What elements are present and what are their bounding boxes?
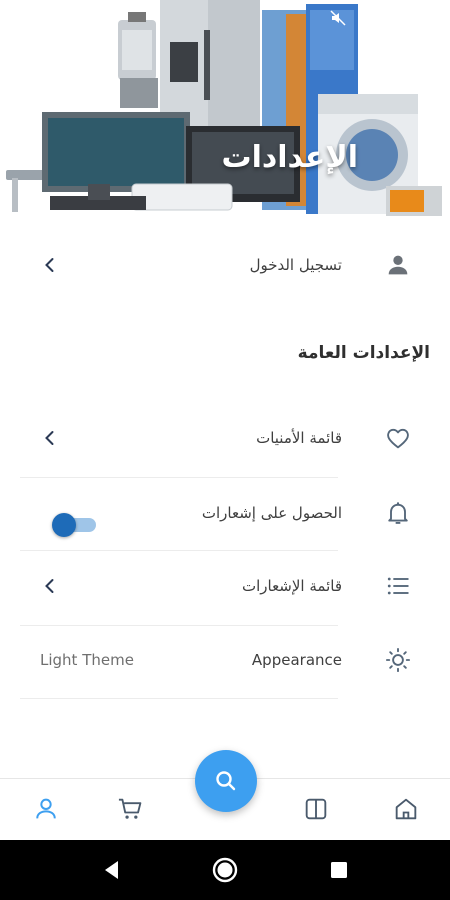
appliances-illustration — [0, 0, 450, 222]
person-icon — [384, 251, 412, 279]
search-icon — [216, 771, 236, 791]
notifications-toggle-row: الحصول على إشعارات — [0, 477, 450, 549]
login-label: تسجيل الدخول — [249, 256, 342, 274]
recents-button[interactable] — [325, 856, 353, 884]
home-button[interactable] — [211, 856, 239, 884]
login-row[interactable]: تسجيل الدخول — [0, 229, 450, 301]
chevron-left-icon — [40, 576, 60, 596]
heart-icon — [384, 424, 412, 452]
notifications-label: الحصول على إشعارات — [201, 504, 342, 522]
profile-icon[interactable] — [32, 795, 62, 825]
notifications-list-label: قائمة الإشعارات — [241, 577, 342, 595]
sun-icon — [384, 646, 412, 674]
cart-icon[interactable] — [116, 795, 146, 825]
bell-icon — [384, 499, 412, 527]
home-icon[interactable] — [392, 795, 422, 825]
chevron-left-icon — [40, 255, 60, 275]
appearance-label: Appearance — [251, 651, 342, 669]
wishlist-label: قائمة الأمنيات — [256, 429, 342, 447]
section-title-general: الإعدادات العامة — [297, 343, 430, 363]
status-mute-icon — [330, 10, 346, 26]
theme-value: Light Theme — [40, 651, 134, 669]
back-button[interactable] — [98, 856, 126, 884]
notifications-list-row[interactable]: قائمة الإشعارات — [0, 550, 450, 622]
toggle-knob — [52, 513, 76, 537]
system-navigation-bar — [0, 840, 450, 900]
wishlist-row[interactable]: قائمة الأمنيات — [0, 402, 450, 474]
appearance-row[interactable]: Appearance Light Theme — [0, 624, 450, 696]
page-title: الإعدادات — [221, 140, 358, 175]
divider — [20, 698, 338, 699]
list-icon — [384, 572, 412, 600]
chevron-left-icon — [40, 428, 60, 448]
catalog-icon[interactable] — [302, 795, 332, 825]
header-banner: الإعدادات — [0, 0, 450, 222]
search-fab[interactable] — [195, 750, 257, 812]
